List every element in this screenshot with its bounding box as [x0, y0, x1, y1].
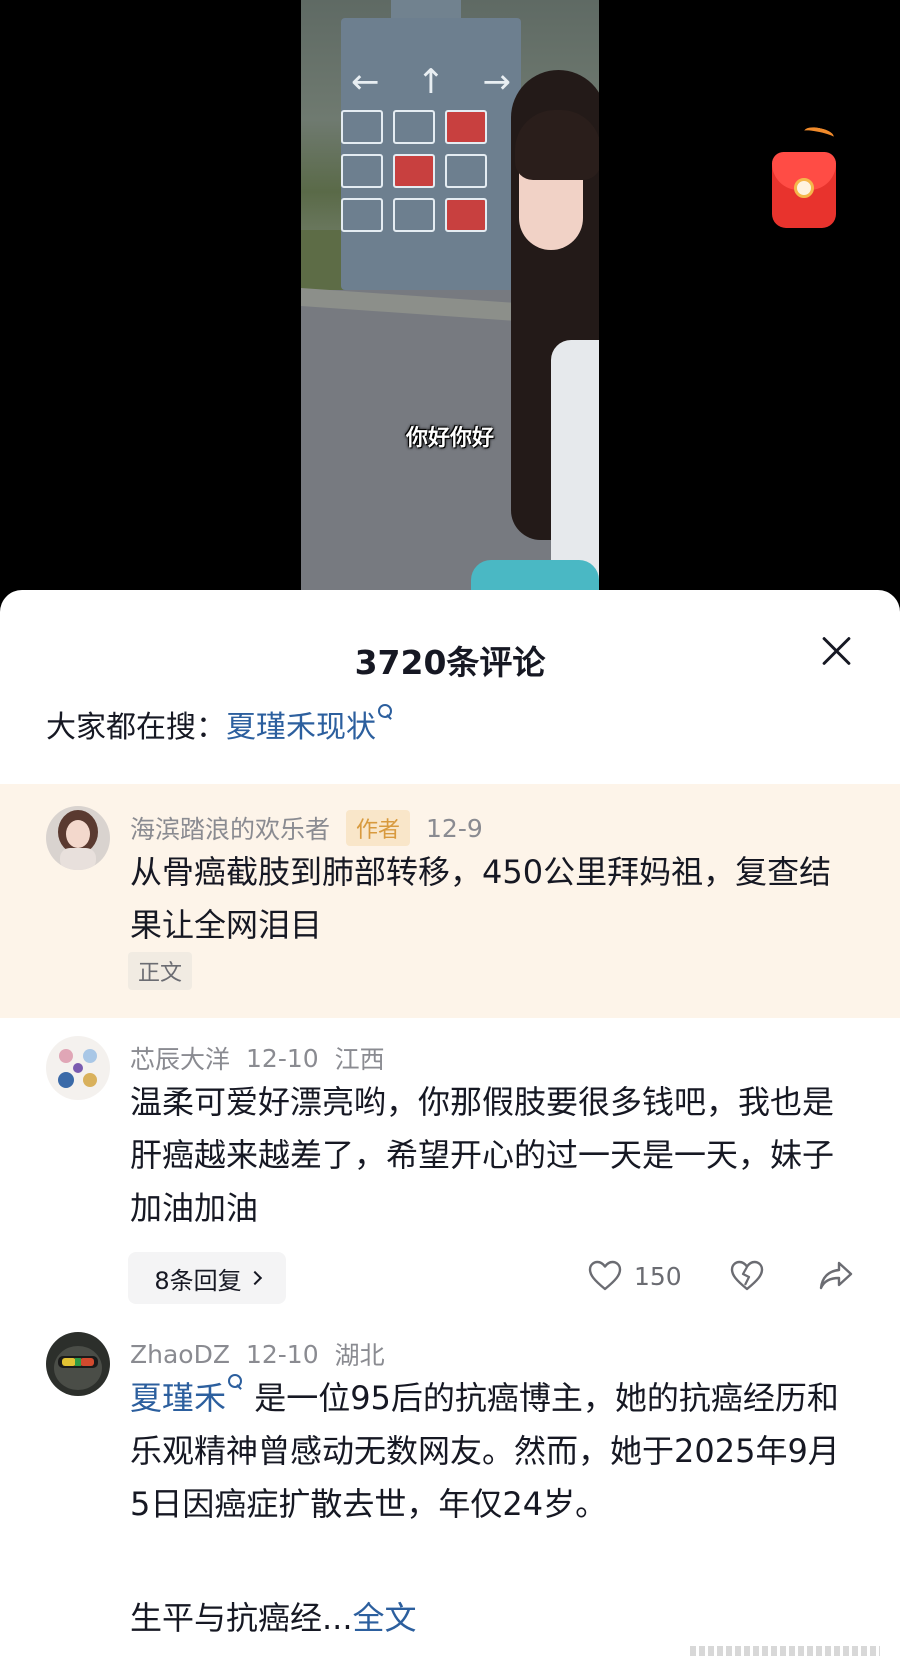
sign-tile: [445, 154, 487, 188]
trending-search: 大家都在搜：夏瑾禾现状: [46, 702, 394, 746]
comment-count-title: 3720条评论: [354, 643, 546, 682]
person-bangs: [515, 110, 599, 180]
sign-tile: [341, 110, 383, 144]
close-icon[interactable]: [818, 632, 856, 670]
like-count: 150: [634, 1261, 682, 1291]
comment-text: 温柔可爱好漂亮哟，你那假肢要很多钱吧，我也是肝癌越来越差了，希望开心的过一天是一…: [130, 1083, 835, 1227]
trending-search-link[interactable]: 夏瑾禾现状: [226, 710, 376, 745]
sign-tile: [341, 198, 383, 232]
comment-meta: ZhaoDZ 12-10 湖北: [130, 1336, 385, 1372]
view-replies-label: 8条回复: [154, 1266, 242, 1295]
red-packet-icon[interactable]: [772, 125, 836, 230]
pinned-comment[interactable]: 海滨踏浪的欢乐者 作者 12-9 从骨癌截肢到肺部转移，450公里拜妈祖，复查结…: [0, 784, 900, 1018]
avatar[interactable]: [46, 1036, 110, 1100]
comment-meta: 海滨踏浪的欢乐者 作者 12-9: [130, 810, 483, 846]
video-person: [511, 70, 599, 600]
red-packet-ribbon: [803, 125, 835, 143]
comment-text-truncated: 生平与抗癌经...: [130, 1599, 353, 1637]
comment-username[interactable]: 芯辰大洋: [130, 1040, 230, 1076]
like-button[interactable]: 150: [588, 1260, 682, 1292]
trending-search-label: 大家都在搜：: [46, 710, 226, 745]
comment-location: 江西: [334, 1045, 385, 1074]
comment-text-main: 是一位95后的抗癌博主，她的抗癌经历和乐观精神曾感动无数网友。然而，她于2025…: [130, 1379, 840, 1523]
comment-location: 湖北: [334, 1341, 385, 1370]
comment-text: 从骨癌截肢到肺部转移，450公里拜妈祖，复查结果让全网泪目: [130, 853, 832, 944]
video-signboard: [341, 18, 521, 290]
sign-tile: [445, 110, 487, 144]
video-player[interactable]: ← ↑ → 你好你好: [0, 0, 900, 600]
comment-item[interactable]: ZhaoDZ 12-10 湖北 夏瑾禾 是一位95后的抗癌博主，她的抗癌经历和乐…: [0, 1310, 900, 1672]
body-label-badge: 正文: [128, 952, 193, 990]
sign-arrows: ← ↑ →: [351, 62, 511, 102]
comment-meta: 芯辰大洋 12-10 江西: [130, 1040, 385, 1076]
avatar[interactable]: [46, 806, 110, 870]
search-icon[interactable]: [378, 704, 394, 720]
share-icon[interactable]: [818, 1260, 854, 1292]
avatar-image: [46, 1036, 110, 1100]
chevron-right-icon: [247, 1270, 262, 1286]
video-frame[interactable]: ← ↑ → 你好你好: [301, 0, 599, 600]
comment-panel: 3720条评论 大家都在搜：夏瑾禾现状 海滨踏浪的欢乐者 作者 12-9 从骨癌…: [0, 590, 900, 1672]
heart-icon: [588, 1260, 622, 1291]
author-badge: 作者: [346, 810, 411, 846]
expand-full-text-link[interactable]: 全文: [353, 1599, 417, 1637]
sign-tile: [393, 110, 435, 144]
watermark-bars: [690, 1646, 880, 1656]
comment-date: 12-10: [245, 1339, 319, 1369]
dislike-icon[interactable]: [730, 1260, 764, 1292]
sign-tile: [393, 198, 435, 232]
sign-tile: [445, 198, 487, 232]
avatar[interactable]: [46, 1332, 110, 1396]
red-packet-seal: [794, 178, 814, 198]
comment-date: 12-10: [246, 1043, 319, 1073]
comment-username[interactable]: ZhaoDZ: [130, 1340, 230, 1369]
comment-item[interactable]: 芯辰大洋 12-10 江西 温柔可爱好漂亮哟，你那假肢要很多钱吧，我也是肝癌越来…: [0, 1018, 900, 1304]
mention-link[interactable]: 夏瑾禾: [130, 1379, 226, 1417]
sign-tile: [341, 154, 383, 188]
comment-text-continued: 生平与抗癌经...全文: [130, 1592, 860, 1645]
view-replies-button[interactable]: 8条回复: [128, 1252, 286, 1304]
comment-date: 12-9: [426, 813, 483, 843]
sign-tile: [393, 154, 435, 188]
search-icon[interactable]: [228, 1374, 244, 1390]
comment-username[interactable]: 海滨踏浪的欢乐者: [130, 810, 330, 846]
watermark-graphic: [690, 1640, 880, 1664]
avatar-image: [46, 1332, 110, 1396]
video-subtitle: 你好你好: [405, 426, 494, 451]
comment-text: 夏瑾禾 是一位95后的抗癌博主，她的抗癌经历和乐观精神曾感动无数网友。然而，她于…: [130, 1372, 860, 1531]
avatar-image: [46, 806, 110, 870]
